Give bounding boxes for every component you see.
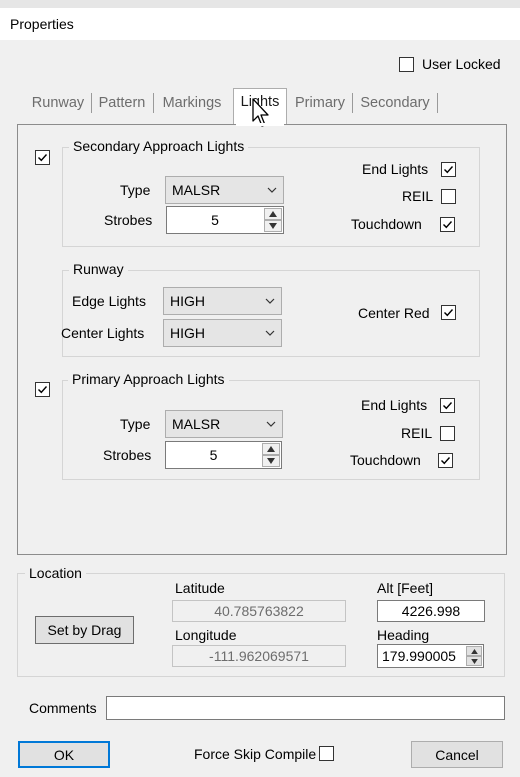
- triangle-up-icon: [269, 211, 277, 217]
- heading-label: Heading: [377, 627, 430, 643]
- tab-separator: [91, 93, 92, 113]
- location-title: Location: [25, 565, 86, 581]
- spin-up-button[interactable]: [264, 208, 282, 220]
- force-skip-compile-checkbox[interactable]: [319, 746, 334, 761]
- ok-button[interactable]: OK: [18, 741, 110, 768]
- primary-type-label: Type: [120, 416, 151, 432]
- tab-primary[interactable]: Primary: [291, 92, 349, 114]
- edge-lights-value: HIGH: [170, 293, 205, 309]
- tab-runway[interactable]: Runway: [30, 92, 86, 114]
- primary-reil-label: REIL: [401, 425, 433, 441]
- edge-lights-label: Edge Lights: [72, 293, 146, 309]
- spin-down-button[interactable]: [264, 220, 282, 232]
- secondary-end-lights-checkbox[interactable]: [441, 162, 456, 177]
- primary-end-lights-checkbox[interactable]: [440, 398, 455, 413]
- runway-group-title: Runway: [69, 261, 128, 277]
- user-locked-checkbox[interactable]: [399, 57, 414, 72]
- longitude-field[interactable]: -111.962069571: [172, 645, 346, 667]
- window-title: Properties: [10, 16, 74, 32]
- active-tab-joint: [236, 123, 284, 126]
- triangle-down-icon: [267, 458, 275, 464]
- chevron-down-icon: [265, 298, 275, 304]
- primary-end-lights-label: End Lights: [361, 397, 428, 413]
- force-skip-compile-label: Force Skip Compile: [194, 746, 317, 762]
- longitude-label: Longitude: [175, 627, 237, 643]
- secondary-reil-checkbox[interactable]: [441, 189, 456, 204]
- alt-feet-field[interactable]: 4226.998: [377, 600, 485, 622]
- primary-strobes-label: Strobes: [103, 447, 152, 463]
- secondary-type-select[interactable]: MALSR: [165, 176, 284, 204]
- cancel-button[interactable]: Cancel: [411, 741, 503, 768]
- set-by-drag-button[interactable]: Set by Drag: [35, 616, 134, 644]
- spin-up-button[interactable]: [262, 443, 280, 455]
- center-red-checkbox[interactable]: [441, 305, 456, 320]
- triangle-down-icon: [269, 223, 277, 229]
- user-locked-label: User Locked: [422, 56, 501, 72]
- tab-separator: [153, 93, 154, 113]
- primary-reil-checkbox[interactable]: [440, 426, 455, 441]
- chevron-down-icon: [267, 187, 277, 193]
- secondary-touchdown-label: Touchdown: [351, 216, 422, 232]
- heading-stepper[interactable]: 179.990005: [377, 644, 484, 668]
- heading-value: 179.990005: [382, 648, 456, 664]
- latitude-field[interactable]: 40.785763822: [172, 600, 346, 622]
- secondary-type-value: MALSR: [172, 182, 221, 198]
- spin-down-button[interactable]: [466, 656, 482, 666]
- secondary-type-label: Type: [120, 182, 151, 198]
- latitude-label: Latitude: [175, 580, 225, 596]
- secondary-approach-title: Secondary Approach Lights: [69, 138, 249, 154]
- tab-pattern[interactable]: Pattern: [96, 92, 148, 114]
- alt-feet-label: Alt [Feet]: [377, 580, 434, 596]
- spin-up-button[interactable]: [466, 646, 482, 656]
- primary-type-value: MALSR: [172, 416, 221, 432]
- triangle-up-icon: [267, 446, 275, 452]
- secondary-strobes-label: Strobes: [104, 212, 153, 228]
- edge-lights-select[interactable]: HIGH: [163, 287, 282, 315]
- primary-approach-enable-checkbox[interactable]: [35, 382, 50, 397]
- primary-type-select[interactable]: MALSR: [165, 410, 283, 438]
- center-lights-label: Center Lights: [61, 325, 145, 341]
- comments-input[interactable]: [106, 696, 505, 720]
- primary-approach-title: Primary Approach Lights: [68, 371, 229, 387]
- spin-down-button[interactable]: [262, 455, 280, 467]
- tab-separator: [352, 93, 353, 113]
- primary-touchdown-checkbox[interactable]: [438, 453, 453, 468]
- title-bar: Properties: [0, 8, 520, 40]
- primary-touchdown-label: Touchdown: [350, 452, 421, 468]
- primary-strobes-value: 5: [209, 447, 218, 463]
- secondary-approach-enable-checkbox[interactable]: [35, 150, 50, 165]
- triangle-down-icon: [470, 658, 478, 664]
- tab-separator: [437, 93, 438, 113]
- center-lights-value: HIGH: [170, 325, 205, 341]
- secondary-reil-label: REIL: [402, 188, 434, 204]
- chevron-down-icon: [266, 421, 276, 427]
- tab-markings[interactable]: Markings: [159, 92, 225, 114]
- tab-secondary[interactable]: Secondary: [358, 92, 432, 114]
- center-red-label: Center Red: [358, 305, 430, 321]
- center-lights-select[interactable]: HIGH: [163, 319, 282, 347]
- secondary-strobes-stepper[interactable]: 5: [166, 206, 284, 234]
- triangle-up-icon: [470, 648, 478, 654]
- secondary-strobes-value: 5: [211, 212, 219, 228]
- secondary-end-lights-label: End Lights: [362, 161, 429, 177]
- secondary-touchdown-checkbox[interactable]: [440, 217, 455, 232]
- set-by-drag-label: Set by Drag: [47, 622, 122, 638]
- chevron-down-icon: [265, 330, 275, 336]
- primary-strobes-stepper[interactable]: 5: [165, 441, 282, 469]
- cancel-label: Cancel: [435, 746, 479, 763]
- comments-label: Comments: [29, 700, 97, 716]
- ok-label: OK: [53, 746, 75, 763]
